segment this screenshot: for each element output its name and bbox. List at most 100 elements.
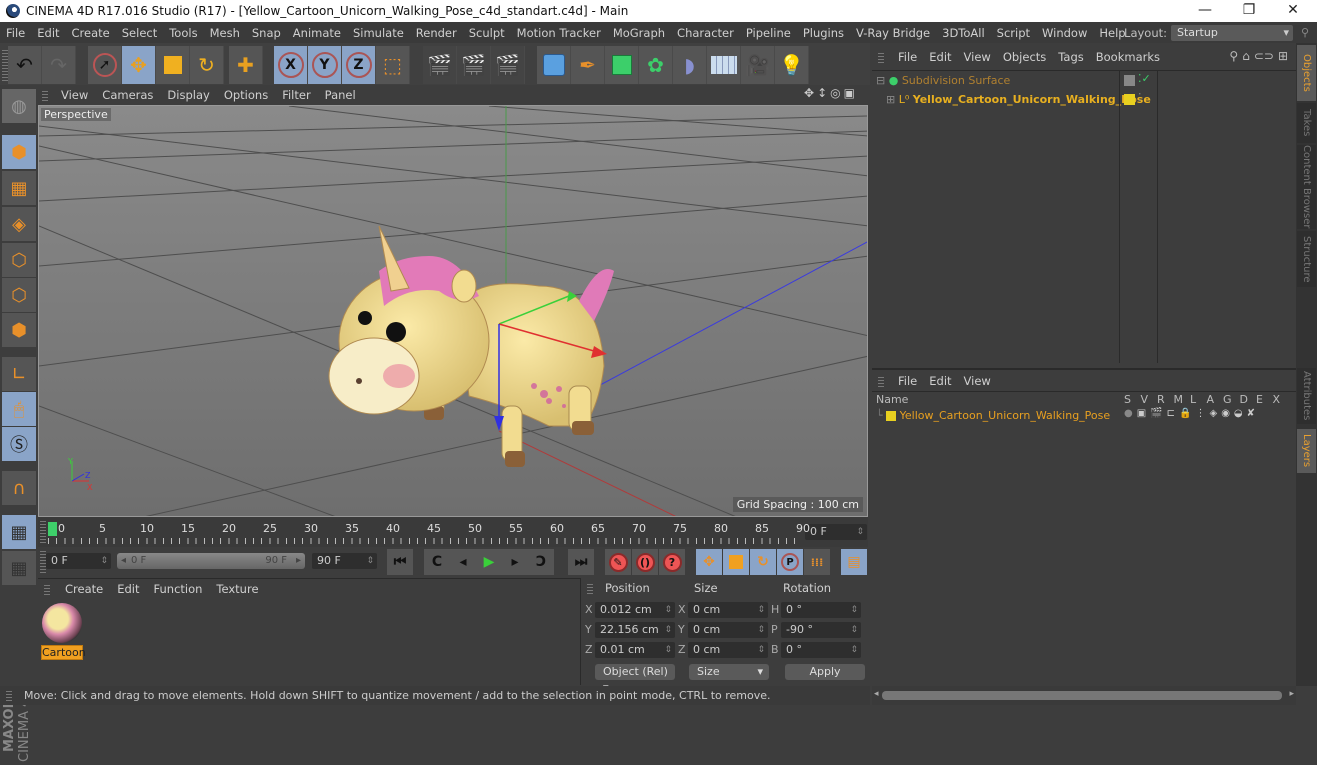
animation-toggle-icon[interactable]: ⋮ <box>1195 408 1205 419</box>
expand-icon[interactable]: ⊞ <box>886 93 895 106</box>
menu-snap[interactable]: Snap <box>246 26 287 40</box>
layer-name[interactable]: Yellow_Cartoon_Unicorn_Walking_Pose <box>900 409 1111 422</box>
key-pla-icon[interactable]: ⁞⁞⁞ <box>804 549 830 575</box>
z-axis-icon[interactable]: Z <box>342 46 376 84</box>
tab-content-browser[interactable]: Content Browser <box>1297 145 1316 229</box>
live-selection-icon[interactable]: ➚ <box>88 46 122 84</box>
visibility-tag-icon[interactable] <box>1124 75 1135 86</box>
menu-render[interactable]: Render <box>410 26 463 40</box>
size-z-field[interactable]: 0 cm <box>688 642 768 658</box>
menu-create[interactable]: Create <box>66 26 116 40</box>
object-menu-edit[interactable]: Edit <box>923 50 957 64</box>
viewport-menu-view[interactable]: View <box>54 88 95 102</box>
x-axis-icon[interactable]: X <box>274 46 308 84</box>
range-right-arrow-icon[interactable]: ▸ <box>296 553 301 569</box>
object-menu-bookmarks[interactable]: Bookmarks <box>1090 50 1166 64</box>
tab-layers[interactable]: Layers <box>1297 429 1316 473</box>
link-icon[interactable]: ⊂⊃ <box>1254 49 1274 63</box>
material-menu-create[interactable]: Create <box>58 582 110 596</box>
viewport-menu-display[interactable]: Display <box>160 88 216 102</box>
last-tool-icon[interactable]: ✚ <box>229 46 263 84</box>
texture-mode-icon[interactable]: ▦ <box>2 171 36 205</box>
layer-column-name[interactable]: Name <box>876 393 908 406</box>
menu-mesh[interactable]: Mesh <box>204 26 246 40</box>
viewport-menu-panel[interactable]: Panel <box>318 88 363 102</box>
layer-column-a[interactable]: A <box>1207 393 1215 406</box>
current-frame-field[interactable]: 0 F <box>805 524 867 540</box>
object-name[interactable]: Yellow_Cartoon_Unicorn_Walking_Pose <box>913 93 1151 106</box>
layer-color-tag[interactable] <box>1124 94 1135 105</box>
key-rotation-icon[interactable]: ↻ <box>750 549 776 575</box>
go-to-start-icon[interactable]: ⏮ <box>387 549 413 575</box>
tweak-mode-icon[interactable]: 🖱 <box>2 392 36 426</box>
generator-toggle-icon[interactable]: ◈ <box>1209 408 1217 419</box>
menu-window[interactable]: Window <box>1036 26 1093 40</box>
move-icon[interactable]: ✥ <box>122 46 156 84</box>
view-toggle-icon[interactable]: ▣ <box>1137 408 1146 419</box>
menu-file[interactable]: File <box>0 26 31 40</box>
render-view-icon[interactable]: 🎬 <box>423 46 457 84</box>
material-menu-edit[interactable]: Edit <box>110 582 146 596</box>
object-menu-view[interactable]: View <box>958 50 997 64</box>
lock-toggle-icon[interactable]: 🔒 <box>1179 408 1191 419</box>
restore-button[interactable]: ❐ <box>1227 0 1271 22</box>
layer-column-v[interactable]: V <box>1141 393 1149 406</box>
material-swatch[interactable]: Cartoon <box>41 603 86 660</box>
menu-v-ray-bridge[interactable]: V-Ray Bridge <box>850 26 936 40</box>
timeline-grip[interactable] <box>40 521 46 543</box>
menu-script[interactable]: Script <box>991 26 1036 40</box>
rotation-h-field[interactable]: 0 ° <box>781 602 861 618</box>
render-picture-viewer-icon[interactable]: 🎬 <box>457 46 491 84</box>
coordinate-system-icon[interactable]: ⬚ <box>376 46 410 84</box>
layer-column-m[interactable]: M <box>1174 393 1184 406</box>
deformer-toggle-icon[interactable]: ◉ <box>1221 408 1230 419</box>
size-x-field[interactable]: 0 cm <box>688 602 768 618</box>
menu-select[interactable]: Select <box>116 26 163 40</box>
position-y-field[interactable]: 22.156 cm <box>595 622 675 638</box>
points-mode-icon[interactable]: ⬡ <box>2 243 36 277</box>
layer-grip[interactable] <box>878 375 884 387</box>
menu-animate[interactable]: Animate <box>287 26 347 40</box>
rotate-view-icon[interactable]: ◎ <box>830 86 840 100</box>
timeline-icon[interactable]: ▤ <box>841 549 867 575</box>
coordinate-mode-dropdown[interactable]: Object (Rel) ▾ <box>595 664 675 694</box>
viewport-grip[interactable] <box>42 89 48 101</box>
workplane-mode-icon[interactable]: ◈ <box>2 207 36 241</box>
subdivision-icon[interactable] <box>605 46 639 84</box>
tab-objects[interactable]: Objects <box>1297 45 1316 101</box>
viewport-menu-options[interactable]: Options <box>217 88 275 102</box>
layer-menu-view[interactable]: View <box>958 374 997 388</box>
layer-menu-edit[interactable]: Edit <box>923 374 957 388</box>
object-menu-objects[interactable]: Objects <box>997 50 1052 64</box>
object-menu-file[interactable]: File <box>892 50 923 64</box>
layer-column-d[interactable]: D <box>1240 393 1248 406</box>
keyframe-selection-icon[interactable]: ? <box>659 549 685 575</box>
size-y-field[interactable]: 0 cm <box>688 622 768 638</box>
material-grip[interactable] <box>44 583 50 595</box>
object-menu-tags[interactable]: Tags <box>1052 50 1089 64</box>
layer-column-s[interactable]: S <box>1124 393 1131 406</box>
search-icon[interactable]: ⚲ <box>1229 49 1238 63</box>
bend-deformer-icon[interactable]: ◗ <box>673 46 707 84</box>
snap-icon[interactable]: ∩ <box>2 471 36 505</box>
expression-toggle-icon[interactable]: ◒ <box>1234 408 1243 419</box>
rotate-icon[interactable]: ↻ <box>190 46 224 84</box>
light-icon[interactable]: 💡 <box>775 46 809 84</box>
scrollbar-thumb[interactable] <box>882 691 1282 700</box>
visibility-dots-icon[interactable]: ⁚ <box>1138 91 1142 104</box>
timeline-ruler[interactable]: 0 F 0 5 10 15 20 25 30 35 40 45 50 55 60 65 70 75 80 85 90 <box>38 517 868 547</box>
play-icon[interactable]: ▶ <box>476 549 502 575</box>
menu-plugins[interactable]: Plugins <box>797 26 850 40</box>
start-frame-field[interactable]: 0 F <box>46 553 111 569</box>
record-icon[interactable]: ✎ <box>605 549 631 575</box>
autokey-icon[interactable]: () <box>632 549 658 575</box>
object-row-subdivision[interactable]: ⊟ ● Subdivision Surface <box>876 72 1010 90</box>
frame-range-slider[interactable]: ◂ 0 F 90 F ▸ <box>117 553 305 569</box>
render-settings-icon[interactable]: 🎬 <box>491 46 525 84</box>
material-menu-texture[interactable]: Texture <box>209 582 265 596</box>
key-parameter-icon[interactable]: P <box>777 549 803 575</box>
solo-toggle-icon[interactable]: ● <box>1124 408 1133 419</box>
floor-icon[interactable] <box>707 46 741 84</box>
apply-button[interactable]: Apply <box>785 664 865 680</box>
home-icon[interactable]: ⌂ <box>1242 49 1250 63</box>
